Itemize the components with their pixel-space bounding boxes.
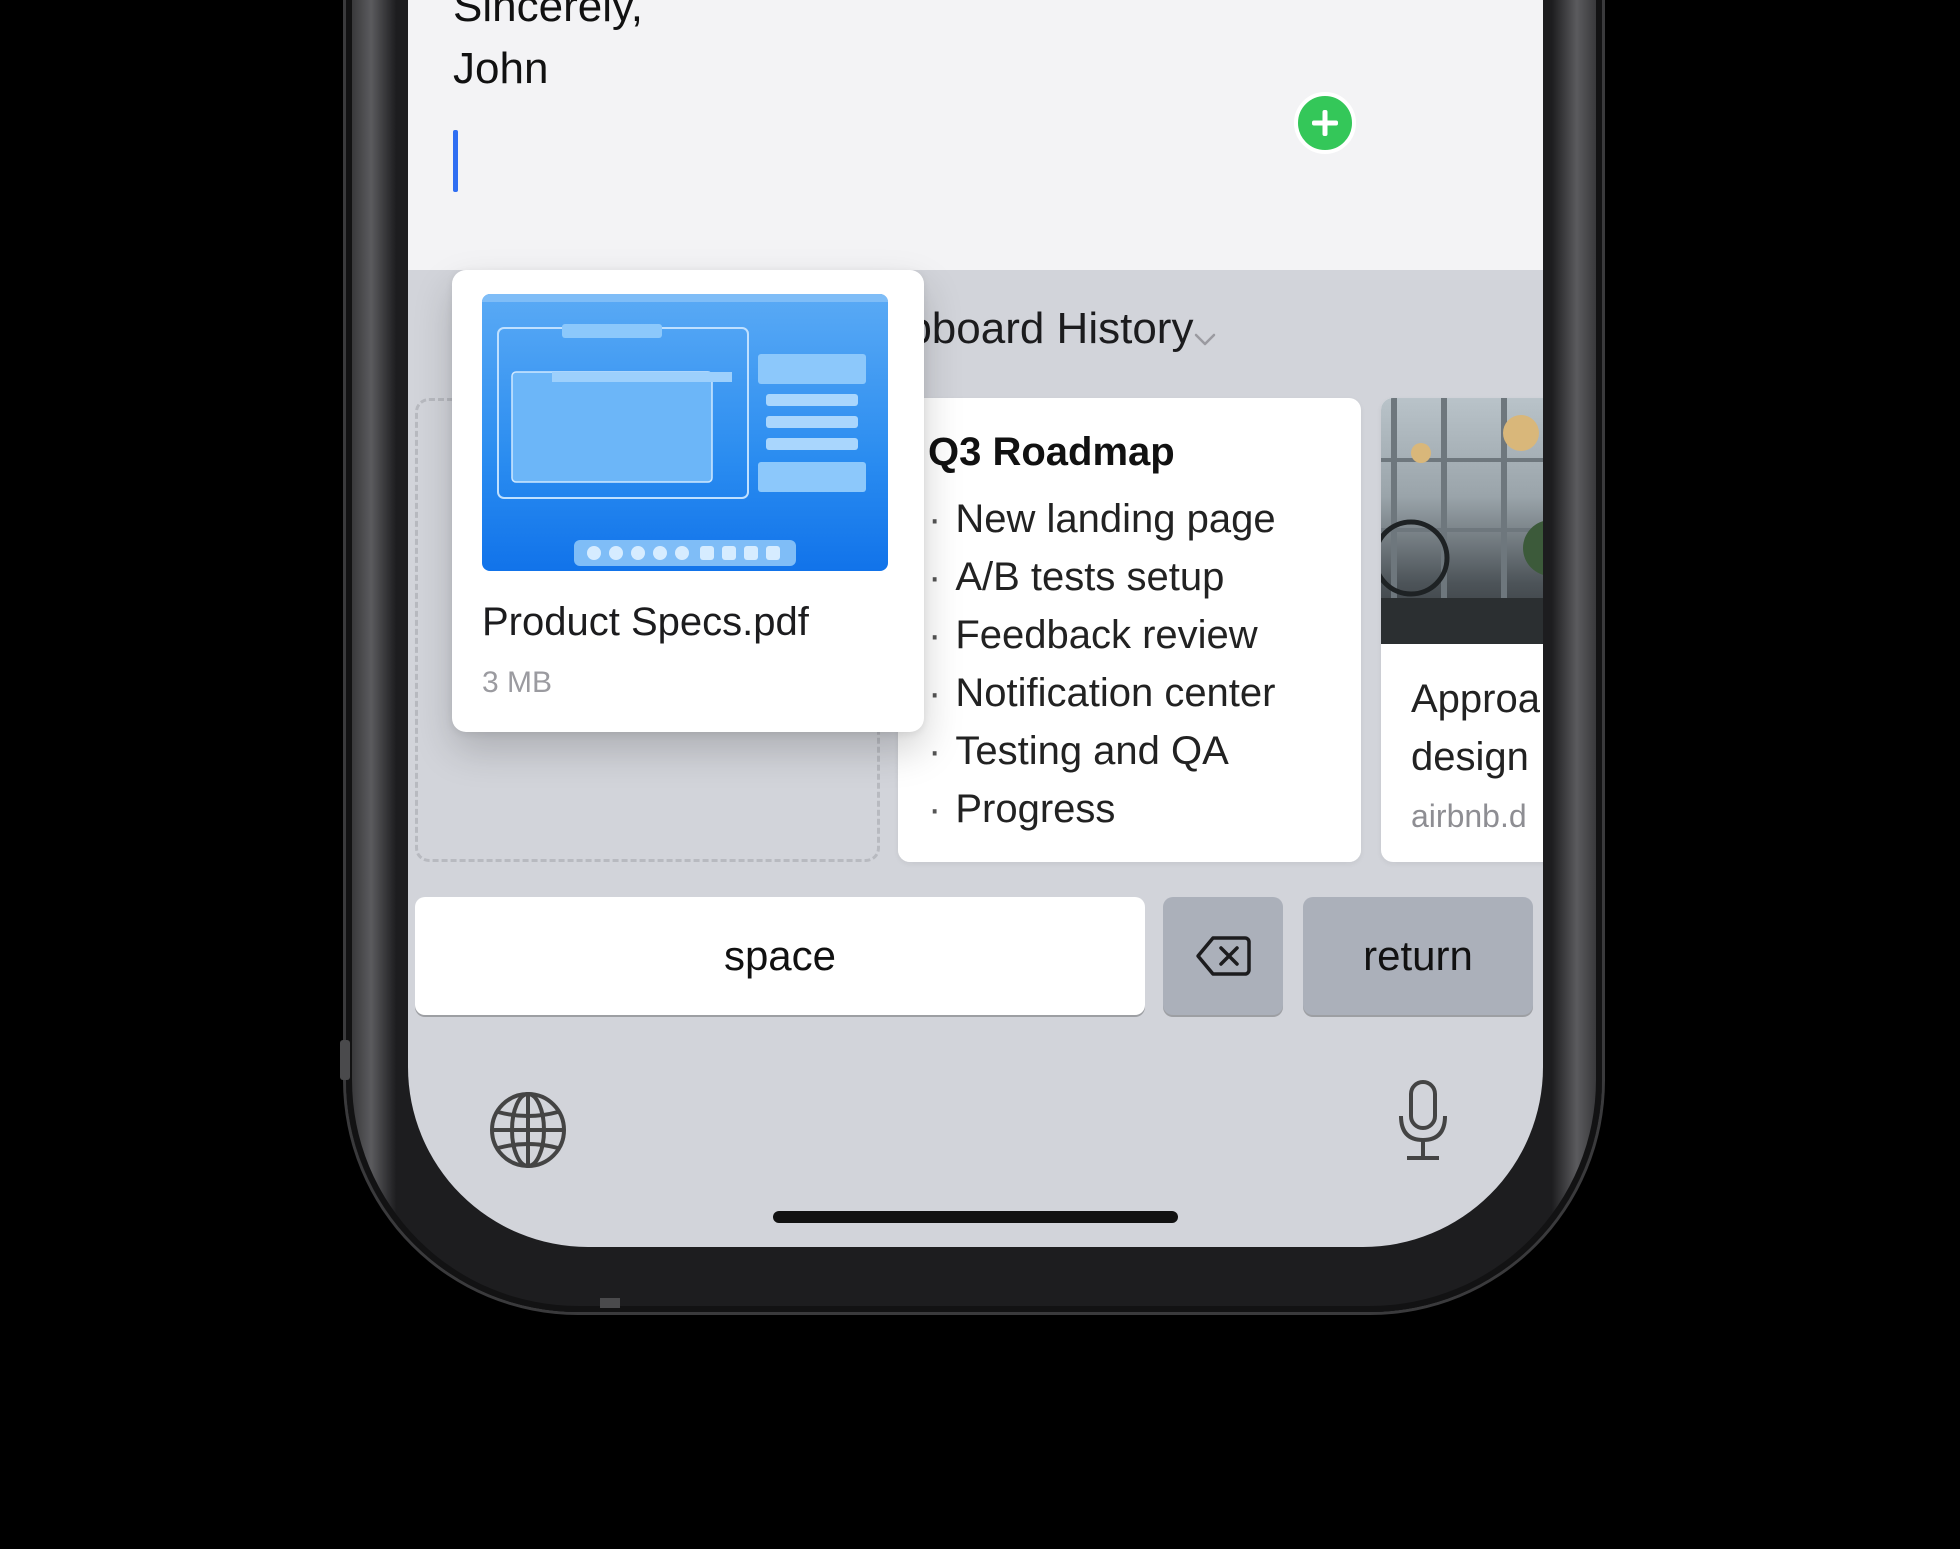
list-item: · New landing page [928,497,1276,541]
list-item: · Feedback review [928,613,1258,657]
mail-compose-area[interactable]: Sincerely, John [408,0,1543,270]
clipboard-item-link[interactable]: Approa design airbnb.d [1381,398,1543,862]
microphone-icon[interactable] [1393,1078,1453,1162]
text-caret [453,130,458,192]
pdf-thumbnail [482,294,888,571]
list-item: · Testing and QA [928,729,1229,773]
phone-bottom-seam [600,1298,620,1308]
link-url: airbnb.d [1411,798,1527,834]
roadmap-title: Q3 Roadmap [928,430,1175,474]
compose-signoff: Sincerely, [453,0,643,31]
phone-screen: Sincerely, John Clipboard History Q3 Roa… [408,0,1543,1247]
file-size: 3 MB [482,666,553,699]
plus-circle-icon [1294,92,1356,154]
home-indicator[interactable] [773,1211,1178,1223]
keyboard: Clipboard History Q3 Roadmap · New landin… [408,270,1543,1247]
link-preview-image [1381,398,1543,644]
card-fade [898,834,1361,862]
globe-icon[interactable] [488,1090,568,1170]
file-name: Product Specs.pdf [482,600,809,644]
dragged-file-card[interactable]: Product Specs.pdf 3 MB [452,270,924,732]
phone-side-button [340,1040,350,1080]
space-key[interactable]: space [415,897,1145,1015]
chevron-down-icon[interactable] [1194,328,1216,350]
link-title: Approa design [1411,677,1540,779]
roadmap-list: · New landing page · A/B tests setup · Feed… [928,490,1276,838]
compose-name: John [453,44,549,93]
clipboard-item-roadmap[interactable]: Q3 Roadmap · New landing page · A/B tests … [898,398,1361,862]
delete-key[interactable] [1163,897,1283,1015]
list-item: · A/B tests setup [928,555,1225,599]
list-item: · Progress [928,787,1116,831]
delete-backspace-icon [1196,936,1251,976]
return-key[interactable]: return [1303,897,1533,1015]
list-item: · Notification center [928,671,1276,715]
